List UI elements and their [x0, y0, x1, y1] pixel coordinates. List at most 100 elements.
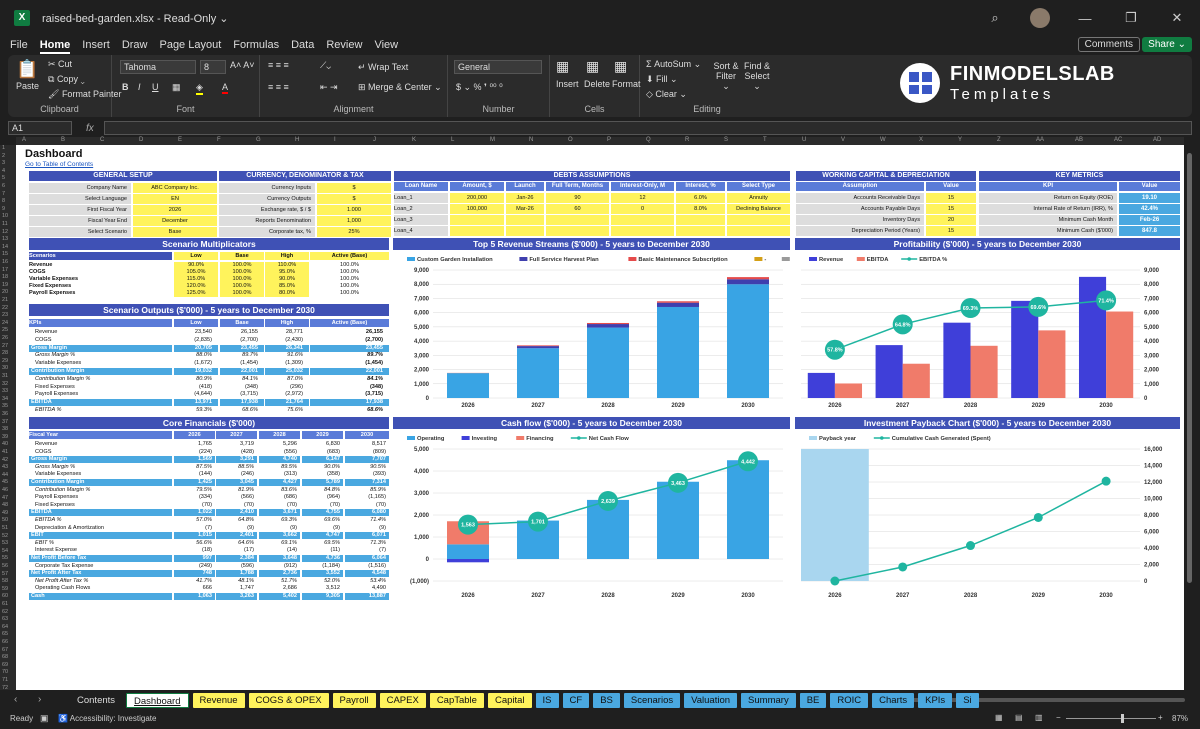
row-header[interactable]: 38 — [2, 426, 8, 432]
row-header[interactable]: 48 — [2, 502, 8, 508]
row-header[interactable]: 39 — [2, 434, 8, 440]
tab-capex[interactable]: CAPEX — [379, 693, 426, 708]
menu-review[interactable]: Review — [326, 39, 362, 51]
row-header[interactable]: 49 — [2, 510, 8, 516]
row-header[interactable]: 59 — [2, 586, 8, 592]
fill-color-icon[interactable]: ◈ — [196, 82, 203, 95]
menu-file[interactable]: File — [10, 39, 28, 51]
delete-cells-button[interactable]: Delete — [584, 79, 610, 89]
row-header[interactable]: 10 — [2, 213, 8, 219]
row-header[interactable]: 22 — [2, 305, 8, 311]
zoom-in-icon[interactable]: + — [1158, 713, 1163, 722]
row-header[interactable]: 65 — [2, 631, 8, 637]
font-grow-icon[interactable]: A˄ A˅ — [230, 60, 255, 70]
row-header[interactable]: 14 — [2, 244, 8, 250]
row-header[interactable]: 2 — [2, 153, 5, 159]
row-header[interactable]: 44 — [2, 472, 8, 478]
row-header[interactable]: 63 — [2, 616, 8, 622]
format-cells-icon[interactable]: ▦ — [614, 58, 627, 75]
row-header[interactable]: 70 — [2, 669, 8, 675]
indent-icon[interactable]: ⇤ ⇥ — [320, 82, 338, 93]
row-header[interactable]: 42 — [2, 457, 8, 463]
zoom-out-icon[interactable]: − — [1056, 713, 1061, 722]
row-header[interactable]: 1 — [2, 145, 5, 151]
row-header[interactable]: 33 — [2, 388, 8, 394]
row-header[interactable]: 46 — [2, 487, 8, 493]
menu-view[interactable]: View — [374, 39, 398, 51]
row-header[interactable]: 56 — [2, 563, 8, 569]
row-header[interactable]: 15 — [2, 251, 8, 257]
tab-scroll-left-icon[interactable]: ‹ — [14, 694, 17, 705]
row-header[interactable]: 43 — [2, 464, 8, 470]
macro-icon[interactable]: ▣ — [40, 713, 49, 724]
tab-charts[interactable]: Charts — [872, 693, 915, 708]
menu-home[interactable]: Home — [39, 39, 70, 54]
row-header[interactable]: 7 — [2, 191, 5, 197]
align-top-icon[interactable]: ≡ ≡ ≡ — [268, 60, 289, 70]
row-header[interactable]: 36 — [2, 411, 8, 417]
find-select-button[interactable]: Find & Select ⌄ — [742, 61, 772, 92]
row-header[interactable]: 16 — [2, 259, 8, 265]
italic-icon[interactable]: I — [138, 82, 141, 92]
fill-button[interactable]: ⬇ Fill ⌄ — [646, 74, 678, 85]
bold-icon[interactable]: B — [122, 82, 129, 92]
row-header[interactable]: 30 — [2, 365, 8, 371]
restore-icon[interactable]: ❐ — [1108, 10, 1154, 26]
row-header[interactable]: 5 — [2, 175, 5, 181]
row-header[interactable]: 40 — [2, 441, 8, 447]
zoom-slider-thumb[interactable] — [1121, 714, 1124, 723]
wrap-text-button[interactable]: ↵ Wrap Text — [358, 62, 408, 73]
menu-insert[interactable]: Insert — [82, 39, 110, 51]
row-header[interactable]: 25 — [2, 327, 8, 333]
row-header[interactable]: 27 — [2, 343, 8, 349]
row-header[interactable]: 24 — [2, 320, 8, 326]
tab-contents[interactable]: Contents — [70, 693, 123, 708]
zoom-level[interactable]: 87% — [1172, 714, 1188, 723]
tab-capital[interactable]: Capital — [487, 693, 532, 708]
row-header[interactable]: 45 — [2, 479, 8, 485]
name-box[interactable]: A1 — [8, 121, 72, 135]
tab-cf[interactable]: CF — [562, 693, 590, 708]
font-size-select[interactable]: 8 — [200, 60, 226, 74]
tab-valuation[interactable]: Valuation — [684, 693, 738, 708]
row-header[interactable]: 60 — [2, 593, 8, 599]
delete-cells-icon[interactable]: ▦ — [586, 58, 599, 75]
comments-button[interactable]: Comments — [1077, 37, 1140, 52]
document-title[interactable]: raised-bed-garden.xlsx - Read-Only ⌄ — [42, 12, 229, 25]
row-header[interactable]: 66 — [2, 639, 8, 645]
tab-si[interactable]: Si — [956, 693, 979, 708]
menu-data[interactable]: Data — [291, 39, 314, 51]
row-header[interactable]: 20 — [2, 289, 8, 295]
minimize-icon[interactable]: — — [1062, 11, 1108, 26]
toc-link[interactable]: Go to Table of Contents — [25, 161, 93, 168]
row-header[interactable]: 62 — [2, 609, 8, 615]
formula-input[interactable] — [103, 121, 1192, 135]
row-header[interactable]: 68 — [2, 654, 8, 660]
row-header[interactable]: 8 — [2, 198, 5, 204]
search-icon[interactable]: ⌕ — [972, 10, 1018, 26]
row-header[interactable]: 19 — [2, 282, 8, 288]
orientation-icon[interactable]: ⟋⌄ — [320, 60, 331, 71]
vertical-scrollbar[interactable] — [1185, 145, 1194, 690]
number-format-select[interactable]: General — [454, 60, 542, 74]
merge-center-button[interactable]: ⊞ Merge & Center ⌄ — [358, 82, 442, 93]
tab-is[interactable]: IS — [535, 693, 559, 708]
row-header[interactable]: 67 — [2, 647, 8, 653]
insert-cells-button[interactable]: Insert — [556, 79, 579, 89]
cut-button[interactable]: ✂ Cut — [48, 59, 72, 70]
row-header[interactable]: 4 — [2, 168, 5, 174]
currency-format-icon[interactable]: $ ⌄ % ❜ ⁰⁰ ⁰ — [456, 82, 503, 93]
copy-button[interactable]: ⧉ Copy ⌄ — [48, 74, 85, 85]
font-name-select[interactable]: Tahoma — [120, 60, 196, 74]
align-left-icon[interactable]: ≡ ≡ ≡ — [268, 82, 289, 92]
row-header[interactable]: 71 — [2, 677, 8, 683]
scroll-thumb[interactable] — [1187, 153, 1192, 583]
tab-dashboard[interactable]: Dashboard — [126, 693, 189, 708]
row-header[interactable]: 64 — [2, 624, 8, 630]
normal-view-icon[interactable]: ▦ — [995, 713, 1003, 722]
zoom-slider[interactable] — [1066, 718, 1156, 719]
borders-icon[interactable]: ▦ — [172, 82, 181, 93]
share-button[interactable]: Share ⌄ — [1142, 37, 1192, 52]
row-header[interactable]: 18 — [2, 274, 8, 280]
menu-page-layout[interactable]: Page Layout — [159, 39, 221, 51]
